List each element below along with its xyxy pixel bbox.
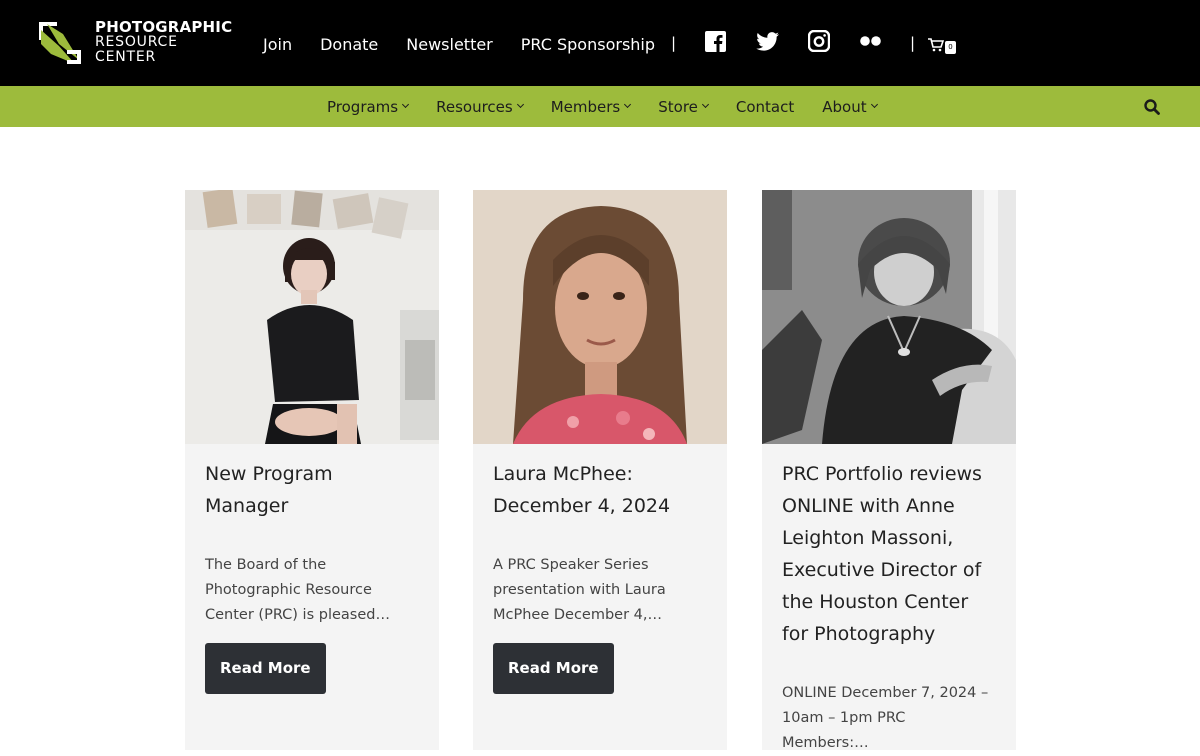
flickr-icon[interactable]: [859, 29, 883, 53]
menu-item-programs[interactable]: Programs: [327, 97, 410, 116]
separator-2: |: [910, 34, 916, 52]
top-links: Join Donate Newsletter PRC Sponsorship: [263, 31, 683, 57]
menu-item-members[interactable]: Members: [550, 97, 632, 116]
post-excerpt: The Board of the Photographic Resource C…: [205, 557, 390, 623]
logo-line-1: PHOTOGRAPHIC: [95, 18, 233, 36]
post-excerpt: A PRC Speaker Series presentation with L…: [493, 557, 666, 623]
top-header: PHOTOGRAPHIC RESOURCE CENTER Join Donate…: [0, 0, 1200, 86]
sponsorship-link[interactable]: PRC Sponsorship: [521, 35, 655, 54]
logo-line-2: RESOURCE: [95, 34, 178, 50]
facebook-icon[interactable]: [703, 29, 727, 53]
logo-wordmark: PHOTOGRAPHIC RESOURCE CENTER: [95, 20, 232, 65]
site-logo[interactable]: PHOTOGRAPHIC RESOURCE CENTER: [37, 20, 232, 68]
menu-label: Members: [550, 97, 621, 116]
post-title[interactable]: PRC Portfolio reviews ONLINE with Anne L…: [782, 458, 996, 650]
post-card: PRC Portfolio reviews ONLINE with Anne L…: [762, 190, 1016, 751]
separator: |: [671, 34, 677, 52]
menu-item-contact[interactable]: Contact: [736, 98, 794, 116]
join-link[interactable]: Join: [263, 35, 292, 54]
cart-count-badge: 0: [945, 41, 956, 54]
post-excerpt: ONLINE December 7, 2024 – 10am – 1pm PRC…: [782, 685, 989, 751]
menu-label: About: [822, 97, 867, 116]
main-menu: Programs Resources Members Store Contact…: [327, 86, 905, 127]
chevron-down-icon: [402, 100, 410, 109]
menu-item-store[interactable]: Store: [658, 97, 709, 116]
search-icon[interactable]: [1143, 98, 1161, 116]
newsletter-link[interactable]: Newsletter: [406, 35, 493, 54]
logo-mark-icon: [39, 22, 81, 64]
post-card: New Program Manager The Board of the Pho…: [185, 190, 439, 750]
chevron-down-icon: [870, 100, 878, 109]
post-thumbnail[interactable]: [185, 190, 439, 444]
post-thumbnail[interactable]: [762, 190, 1016, 444]
twitter-icon[interactable]: [755, 29, 779, 53]
chevron-down-icon: [516, 100, 524, 109]
post-card: Laura McPhee: December 4, 2024 A PRC Spe…: [473, 190, 727, 750]
menu-label: Programs: [327, 97, 399, 116]
shopping-cart-icon[interactable]: 0: [928, 36, 960, 58]
read-more-button[interactable]: Read More: [205, 643, 326, 694]
donate-link[interactable]: Donate: [320, 35, 378, 54]
main-nav: Programs Resources Members Store Contact…: [0, 86, 1200, 127]
chevron-down-icon: [701, 100, 709, 109]
post-thumbnail[interactable]: [473, 190, 727, 444]
post-title[interactable]: New Program Manager: [205, 458, 419, 522]
menu-label: Resources: [436, 97, 513, 116]
menu-item-about[interactable]: About: [822, 97, 878, 116]
logo-line-3: CENTER: [95, 49, 157, 65]
menu-label: Contact: [735, 97, 795, 116]
menu-label: Store: [658, 97, 698, 116]
post-title[interactable]: Laura McPhee: December 4, 2024: [493, 458, 707, 522]
read-more-button[interactable]: Read More: [493, 643, 614, 694]
menu-item-resources[interactable]: Resources: [436, 97, 524, 116]
instagram-icon[interactable]: [807, 29, 831, 53]
chevron-down-icon: [624, 100, 632, 109]
